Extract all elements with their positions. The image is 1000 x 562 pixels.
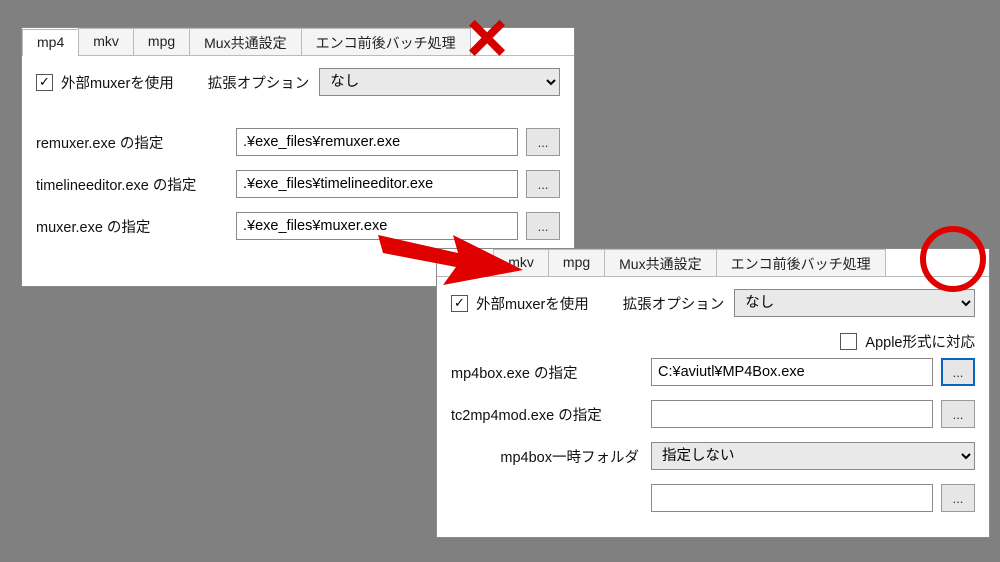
tab-mkv[interactable]: mkv [78,28,134,55]
mp4box-path-input[interactable] [651,358,933,386]
browse-button[interactable]: ... [526,212,560,240]
browse-button[interactable]: ... [526,128,560,156]
tab-mux[interactable]: Mux共通設定 [189,28,301,55]
tab-batch[interactable]: エンコ前後バッチ処理 [716,249,886,276]
check-icon [840,333,857,350]
ext-option-label: 拡張オプション [208,72,310,93]
browse-button[interactable]: ... [941,484,975,512]
settings-panel-new: mp4 mkv mpg Mux共通設定 エンコ前後バッチ処理 ✓ 外部muxer… [436,248,990,538]
temp-folder-path-input[interactable] [651,484,933,512]
check-icon: ✓ [451,295,468,312]
timelineeditor-path-input[interactable] [236,170,518,198]
check-icon: ✓ [36,74,53,91]
tabs: mp4 mkv mpg Mux共通設定 エンコ前後バッチ処理 [437,249,989,277]
apple-format-checkbox[interactable]: Apple形式に対応 [840,331,975,352]
use-external-muxer-label: 外部muxerを使用 [61,72,174,93]
tabs: mp4 mkv mpg Mux共通設定 エンコ前後バッチ処理 [22,28,574,56]
field-label: muxer.exe の指定 [36,216,236,237]
field-label: remuxer.exe の指定 [36,132,236,153]
browse-button[interactable]: ... [526,170,560,198]
tab-mp4[interactable]: mp4 [22,29,79,56]
field-label: timelineeditor.exe の指定 [36,174,236,195]
tab-batch[interactable]: エンコ前後バッチ処理 [301,28,471,55]
temp-folder-label: mp4box一時フォルダ [451,446,651,467]
ext-option-label: 拡張オプション [623,293,725,314]
ext-option-select[interactable]: なし [319,68,560,96]
tab-mkv[interactable]: mkv [493,249,549,276]
browse-button[interactable]: ... [941,400,975,428]
use-external-muxer-label: 外部muxerを使用 [476,293,589,314]
tab-mpg[interactable]: mpg [548,249,605,276]
use-external-muxer-checkbox[interactable]: ✓ 外部muxerを使用 [451,293,589,314]
ext-option-select[interactable]: なし [734,289,975,317]
panel-body: ✓ 外部muxerを使用 拡張オプション なし Apple形式に対応 mp4bo… [437,277,989,536]
field-label: tc2mp4mod.exe の指定 [451,404,651,425]
use-external-muxer-checkbox[interactable]: ✓ 外部muxerを使用 [36,72,174,93]
temp-folder-select[interactable]: 指定しない [651,442,975,470]
field-label: mp4box.exe の指定 [451,362,651,383]
muxer-path-input[interactable] [236,212,518,240]
remuxer-path-input[interactable] [236,128,518,156]
browse-button[interactable]: ... [941,358,975,386]
tc2mp4mod-path-input[interactable] [651,400,933,428]
tab-mpg[interactable]: mpg [133,28,190,55]
apple-format-label: Apple形式に対応 [865,331,975,352]
tab-mux[interactable]: Mux共通設定 [604,249,716,276]
panel-body: ✓ 外部muxerを使用 拡張オプション なし remuxer.exe の指定 … [22,56,574,264]
